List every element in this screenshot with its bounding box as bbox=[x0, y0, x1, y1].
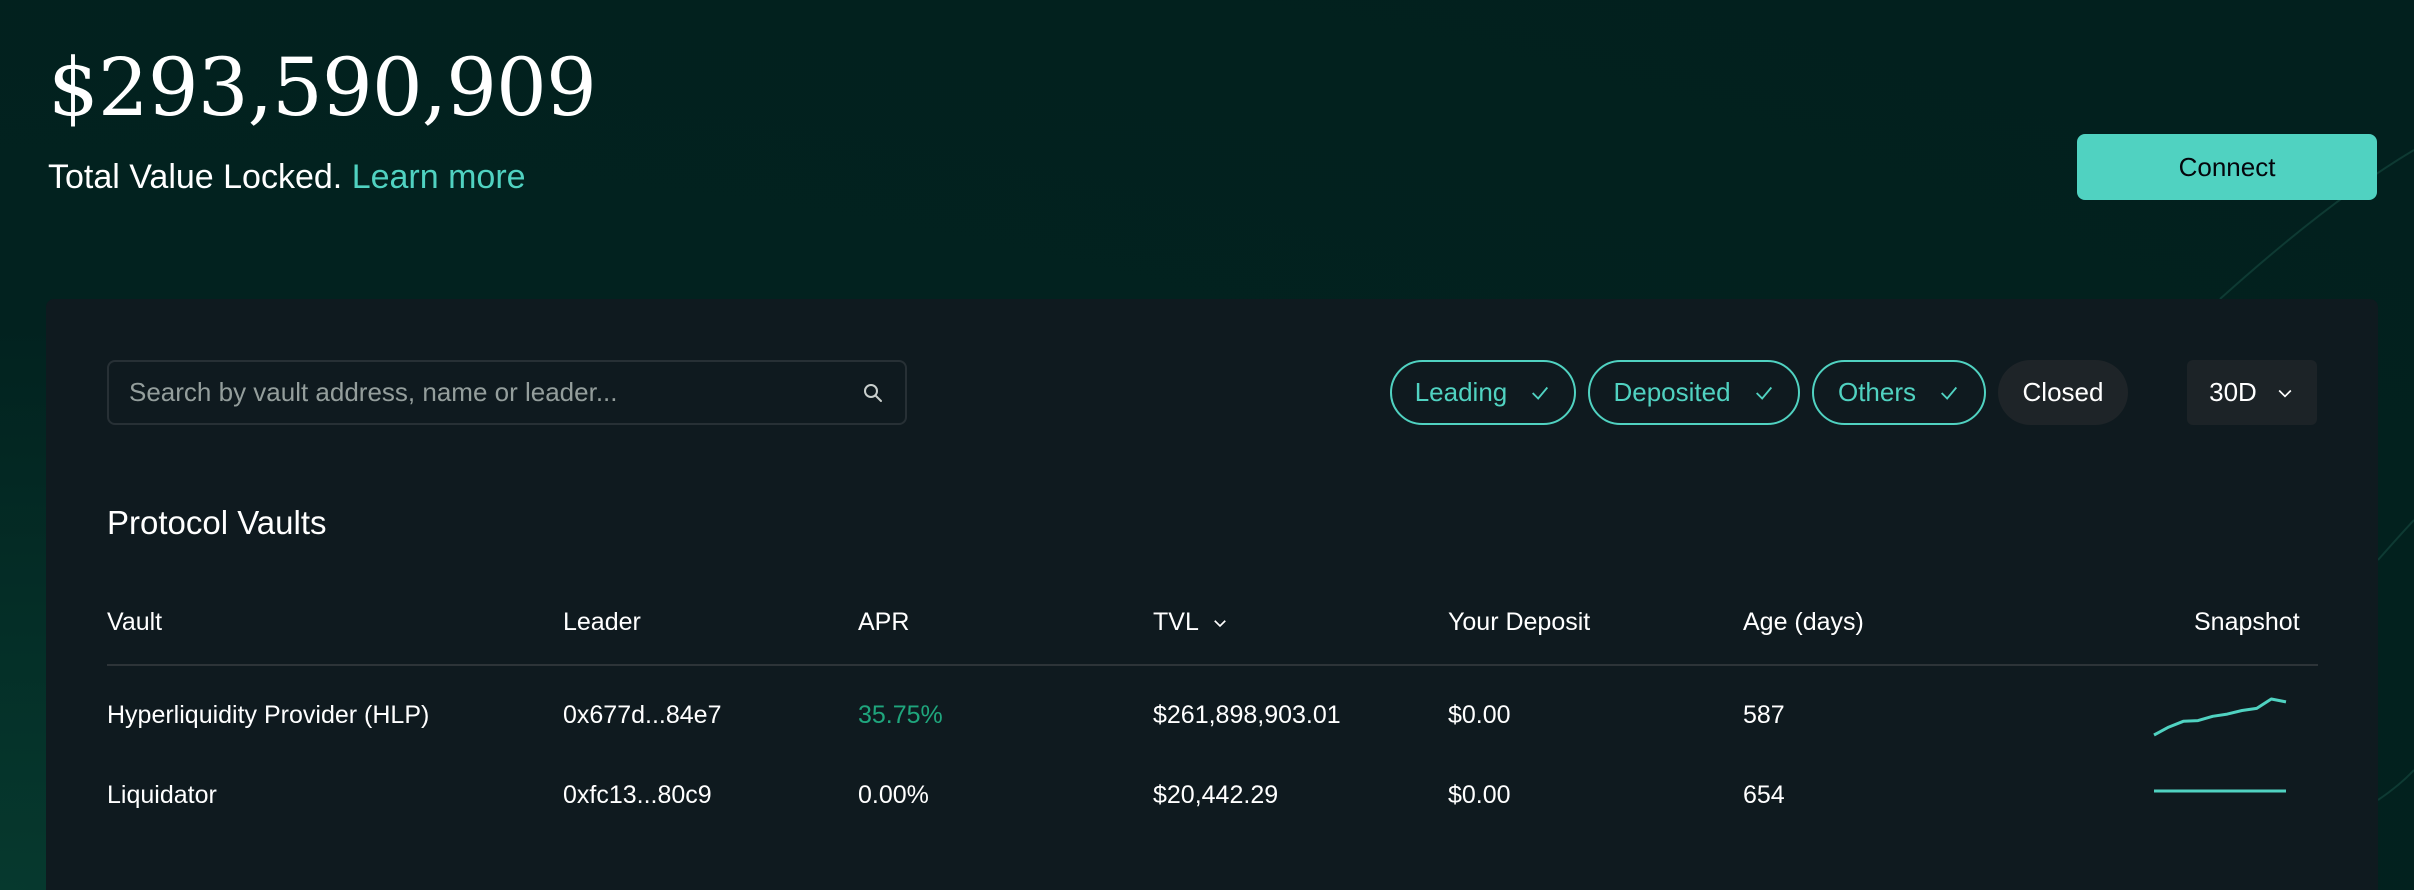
learn-more-link[interactable]: Learn more bbox=[352, 158, 526, 196]
age-cell: 654 bbox=[1743, 781, 1785, 809]
sparkline-path bbox=[2153, 697, 2287, 737]
table-header-divider bbox=[107, 664, 2318, 666]
filter-chip-others[interactable]: Others bbox=[1812, 360, 1986, 425]
vault-name-cell[interactable]: Liquidator bbox=[107, 783, 217, 808]
column-header-label: Snapshot bbox=[2194, 608, 2300, 636]
search-input[interactable] bbox=[129, 377, 849, 408]
period-select[interactable]: 30D bbox=[2187, 360, 2317, 425]
column-header-snapshot[interactable]: Snapshot bbox=[2194, 610, 2300, 635]
column-header-leader[interactable]: Leader bbox=[563, 610, 641, 635]
vault-name-cell[interactable]: Hyperliquidity Provider (HLP) bbox=[107, 703, 429, 728]
leader-cell: 0xfc13...80c9 bbox=[563, 781, 712, 809]
filter-chip-closed[interactable]: Closed bbox=[1998, 360, 2128, 425]
column-header-label: TVL bbox=[1153, 608, 1199, 636]
connect-button[interactable]: Connect bbox=[2077, 134, 2377, 200]
snapshot-sparkline bbox=[2153, 697, 2287, 737]
column-header-apr[interactable]: APR bbox=[858, 610, 909, 635]
column-header-label: APR bbox=[858, 608, 910, 636]
deposit-cell: $0.00 bbox=[1448, 701, 1511, 729]
vaults-panel: Leading Deposited Others Closed 30D Prot… bbox=[46, 299, 2378, 890]
filter-chip-deposited[interactable]: Deposited bbox=[1588, 360, 1800, 425]
leader-cell: 0x677d...84e7 bbox=[563, 701, 722, 729]
column-header-label: Age (days) bbox=[1743, 608, 1864, 636]
tvl-cell: $20,442.29 bbox=[1153, 781, 1279, 809]
column-header-label: Vault bbox=[107, 608, 163, 636]
check-icon bbox=[1532, 386, 1549, 400]
deposit-cell: $0.00 bbox=[1448, 781, 1511, 809]
filter-chip-label: Others bbox=[1837, 377, 1917, 407]
vaults-page: $293,590,909 Total Value Locked. Learn m… bbox=[0, 0, 2414, 890]
section-title: Protocol Vaults bbox=[107, 504, 327, 541]
column-header-deposit[interactable]: Your Deposit bbox=[1448, 610, 1590, 635]
search-icon[interactable] bbox=[861, 381, 885, 405]
tvl-caption-text: Total Value Locked. bbox=[48, 158, 343, 196]
sort-chevron-down-icon bbox=[1214, 619, 1226, 627]
chevron-down-icon bbox=[2278, 389, 2292, 398]
tvl-cell: $261,898,903.01 bbox=[1153, 701, 1341, 729]
apr-cell: 0.00% bbox=[858, 781, 929, 809]
search-box[interactable] bbox=[107, 360, 907, 425]
filter-chip-label: Leading bbox=[1414, 377, 1508, 407]
column-header-label: Your Deposit bbox=[1448, 608, 1591, 636]
filter-chip-label: Deposited bbox=[1613, 377, 1731, 407]
check-icon bbox=[1755, 386, 1772, 400]
tvl-amount: $293,590,909 bbox=[48, 41, 597, 134]
check-icon bbox=[1941, 386, 1958, 400]
column-header-label: Leader bbox=[563, 608, 641, 636]
apr-cell: 35.75% bbox=[858, 701, 943, 729]
tvl-caption: Total Value Locked. Learn more bbox=[48, 160, 526, 194]
column-header-age[interactable]: Age (days) bbox=[1743, 610, 1864, 635]
column-header-vault[interactable]: Vault bbox=[107, 610, 162, 635]
column-header-tvl[interactable]: TVL bbox=[1153, 610, 1229, 635]
filter-chip-leading[interactable]: Leading bbox=[1390, 360, 1576, 425]
period-value: 30D bbox=[2209, 377, 2257, 407]
age-cell: 587 bbox=[1743, 701, 1785, 729]
snapshot-sparkline bbox=[2154, 789, 2286, 793]
filter-chip-label: Closed bbox=[2022, 377, 2104, 407]
